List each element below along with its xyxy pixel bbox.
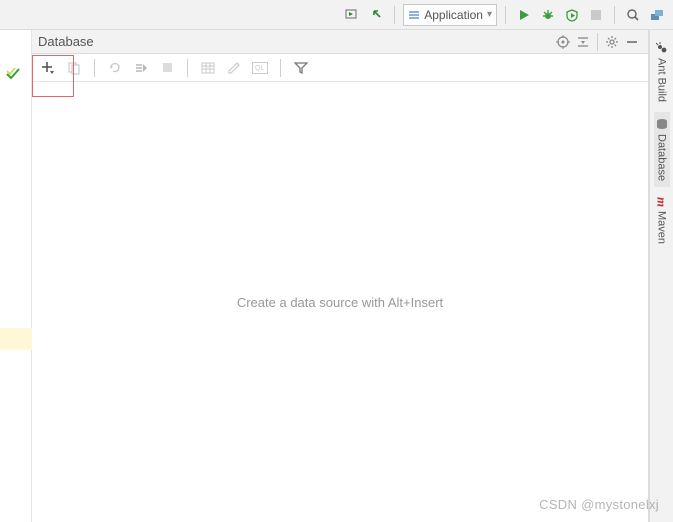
separator [187,59,188,77]
edit-icon[interactable] [224,58,244,78]
side-tab-ant[interactable]: Ant Build [654,36,670,108]
refresh-icon[interactable] [105,58,125,78]
filter-icon[interactable] [291,58,311,78]
side-tab-label: Maven [656,211,668,244]
rerun-icon[interactable] [366,5,386,25]
duplicate-icon[interactable] [64,58,84,78]
separator [94,59,95,77]
svg-text:QL: QL [255,65,264,72]
side-tab-maven[interactable]: m Maven [652,191,672,250]
settings-icon[interactable] [602,32,622,52]
side-tab-label: Database [656,134,668,181]
checkmark-icon [6,68,31,80]
collapse-icon[interactable] [573,32,593,52]
separator [505,6,506,24]
side-tab-database[interactable]: Database [654,112,670,187]
run-button[interactable] [514,5,534,25]
stop-icon [157,58,177,78]
separator [280,59,281,77]
run-config-label: Application [424,8,483,22]
panel-title: Database [38,34,553,49]
search-everywhere-icon[interactable] [623,5,643,25]
empty-hint: Create a data source with Alt+Insert [237,295,443,310]
coverage-button[interactable] [562,5,582,25]
minimize-icon[interactable] [622,32,642,52]
gutter-highlight [0,328,32,350]
project-structure-icon[interactable] [647,5,667,25]
sync-schema-icon[interactable] [131,58,151,78]
side-tab-label: Ant Build [656,58,668,102]
separator [614,6,615,24]
watermark: CSDN @mystonelxj [539,497,659,512]
table-view-icon[interactable] [198,58,218,78]
stop-button [586,5,606,25]
separator [394,6,395,24]
chevron-down-icon: ▾ [487,9,492,20]
add-button[interactable] [38,58,58,78]
run-target-icon[interactable] [342,5,362,25]
debug-button[interactable] [538,5,558,25]
target-icon[interactable] [553,32,573,52]
run-configuration-selector[interactable]: Application ▾ [403,4,497,26]
separator [597,33,598,51]
console-icon[interactable]: QL [250,58,270,78]
